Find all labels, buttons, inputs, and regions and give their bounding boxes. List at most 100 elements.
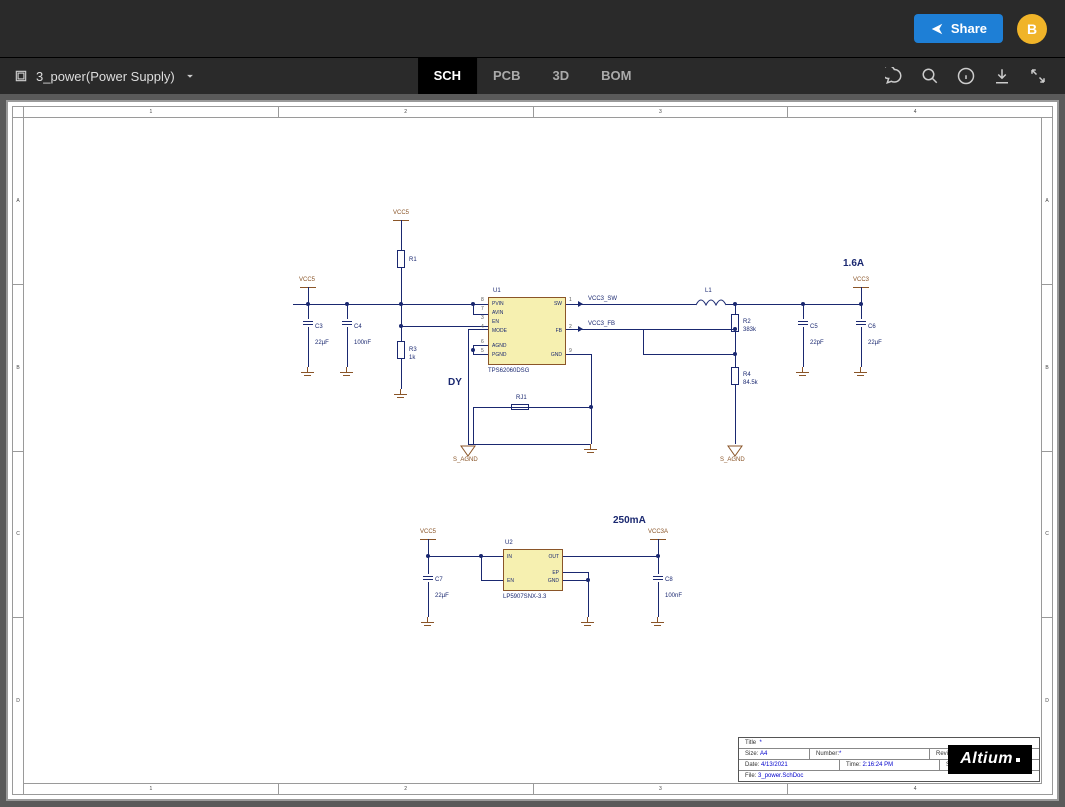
- gnd-icon: [340, 367, 354, 379]
- net-s-agnd-l: S_AGND: [453, 457, 478, 463]
- net-vcc3a: VCC3A: [648, 529, 668, 535]
- info-icon[interactable]: [957, 67, 975, 85]
- wire: [473, 407, 474, 444]
- pin: PGND: [492, 352, 506, 358]
- pin: EP: [552, 570, 559, 576]
- wire: [347, 304, 348, 319]
- ref-c3: C3: [315, 324, 323, 330]
- pinnum: 7: [481, 306, 484, 312]
- ref-c8: C8: [665, 577, 673, 583]
- resistor-r1: [397, 250, 405, 268]
- schematic-sheet: 1234 1234 ABCD ABCD 1.6A DY VCC5 C3 22µF…: [12, 106, 1053, 795]
- canvas-viewport[interactable]: 1234 1234 ABCD ABCD 1.6A DY VCC5 C3 22µF…: [0, 94, 1065, 807]
- net-vcc3: VCC3: [853, 277, 869, 283]
- search-icon[interactable]: [921, 67, 939, 85]
- top-bar: Share B: [0, 0, 1065, 57]
- pin: IN: [507, 554, 512, 560]
- wire: [643, 354, 735, 355]
- junction: [471, 302, 475, 306]
- dy-label: DY: [448, 377, 462, 388]
- chevron-down-icon: [183, 69, 197, 83]
- pin: SW: [554, 301, 562, 307]
- wire: [563, 580, 588, 581]
- wire: [566, 304, 696, 305]
- comments-icon[interactable]: [885, 67, 903, 85]
- ref-c4: C4: [354, 324, 362, 330]
- wire: [308, 327, 309, 367]
- wire: [566, 329, 735, 330]
- wire: [481, 556, 482, 580]
- wire: [643, 329, 644, 354]
- jumper-rj1: [511, 404, 529, 410]
- net-arrow: [578, 326, 583, 332]
- pin: FB: [556, 328, 562, 334]
- share-label: Share: [951, 21, 987, 36]
- share-button[interactable]: Share: [914, 14, 1003, 43]
- wire: [861, 304, 862, 319]
- gnd-icon: [421, 617, 435, 629]
- fullscreen-icon[interactable]: [1029, 67, 1047, 85]
- tab-3d[interactable]: 3D: [536, 58, 585, 95]
- altium-logo: Altium: [948, 745, 1032, 774]
- ref-c5: C5: [810, 324, 818, 330]
- val-r2: 383k: [743, 327, 756, 333]
- wire: [735, 385, 736, 444]
- wire: [566, 354, 591, 355]
- junction: [586, 578, 590, 582]
- capacitor-c4: [342, 319, 352, 327]
- wire: [428, 556, 503, 557]
- wire: [473, 345, 488, 346]
- sheet-dropdown[interactable]: 3_power(Power Supply): [14, 69, 197, 84]
- wire: [401, 326, 488, 327]
- capacitor-c3: [303, 319, 313, 327]
- pin: AVIN: [492, 310, 503, 316]
- pin: EN: [507, 578, 514, 584]
- wire: [468, 444, 591, 445]
- gnd-icon: [854, 367, 868, 379]
- current-label-2: 250mA: [613, 515, 646, 526]
- val-c8: 100nF: [665, 593, 682, 599]
- part-u1: TPS62060DSG: [488, 368, 529, 374]
- wire: [401, 359, 402, 389]
- download-icon[interactable]: [993, 67, 1011, 85]
- capacitor-c5: [798, 319, 808, 327]
- wire: [428, 556, 429, 574]
- tab-pcb[interactable]: PCB: [477, 58, 536, 95]
- pin: EN: [492, 319, 499, 325]
- ref-c7: C7: [435, 577, 443, 583]
- wire: [481, 580, 503, 581]
- wire: [658, 582, 659, 617]
- inductor-l1: [696, 297, 726, 315]
- ruler-bottom: 1234: [23, 784, 1042, 794]
- net-vcc3-sw: VCC3_SW: [588, 296, 617, 302]
- pin: AGND: [492, 343, 506, 349]
- gnd-icon: [584, 444, 598, 456]
- avatar[interactable]: B: [1017, 14, 1047, 44]
- ref-r4: R4: [743, 372, 751, 378]
- val-r3: 1k: [409, 355, 415, 361]
- wire: [401, 220, 402, 250]
- pinnum: 8: [481, 297, 484, 303]
- gnd-icon: [301, 367, 315, 379]
- ref-l1: L1: [705, 288, 712, 294]
- ruler-right: ABCD: [1042, 117, 1052, 784]
- pin: OUT: [548, 554, 559, 560]
- share-icon: [930, 22, 944, 36]
- pin: GND: [551, 352, 562, 358]
- wire: [658, 556, 659, 574]
- ic-u2: IN EN OUT EP GND: [503, 549, 563, 591]
- val-r4: 84.5k: [743, 380, 758, 386]
- tab-sch[interactable]: SCH: [418, 58, 477, 95]
- junction: [399, 302, 403, 306]
- net-vcc5-top: VCC5: [393, 210, 409, 216]
- pin: GND: [548, 578, 559, 584]
- ref-r3: R3: [409, 347, 417, 353]
- gnd-icon: [796, 367, 810, 379]
- resistor-r4: [731, 367, 739, 385]
- wire: [468, 329, 488, 330]
- tab-bom[interactable]: BOM: [585, 58, 647, 95]
- val-c5: 22pF: [810, 340, 824, 346]
- pin: PVIN: [492, 301, 504, 307]
- wire: [308, 304, 309, 319]
- pinnum: 3: [481, 315, 484, 321]
